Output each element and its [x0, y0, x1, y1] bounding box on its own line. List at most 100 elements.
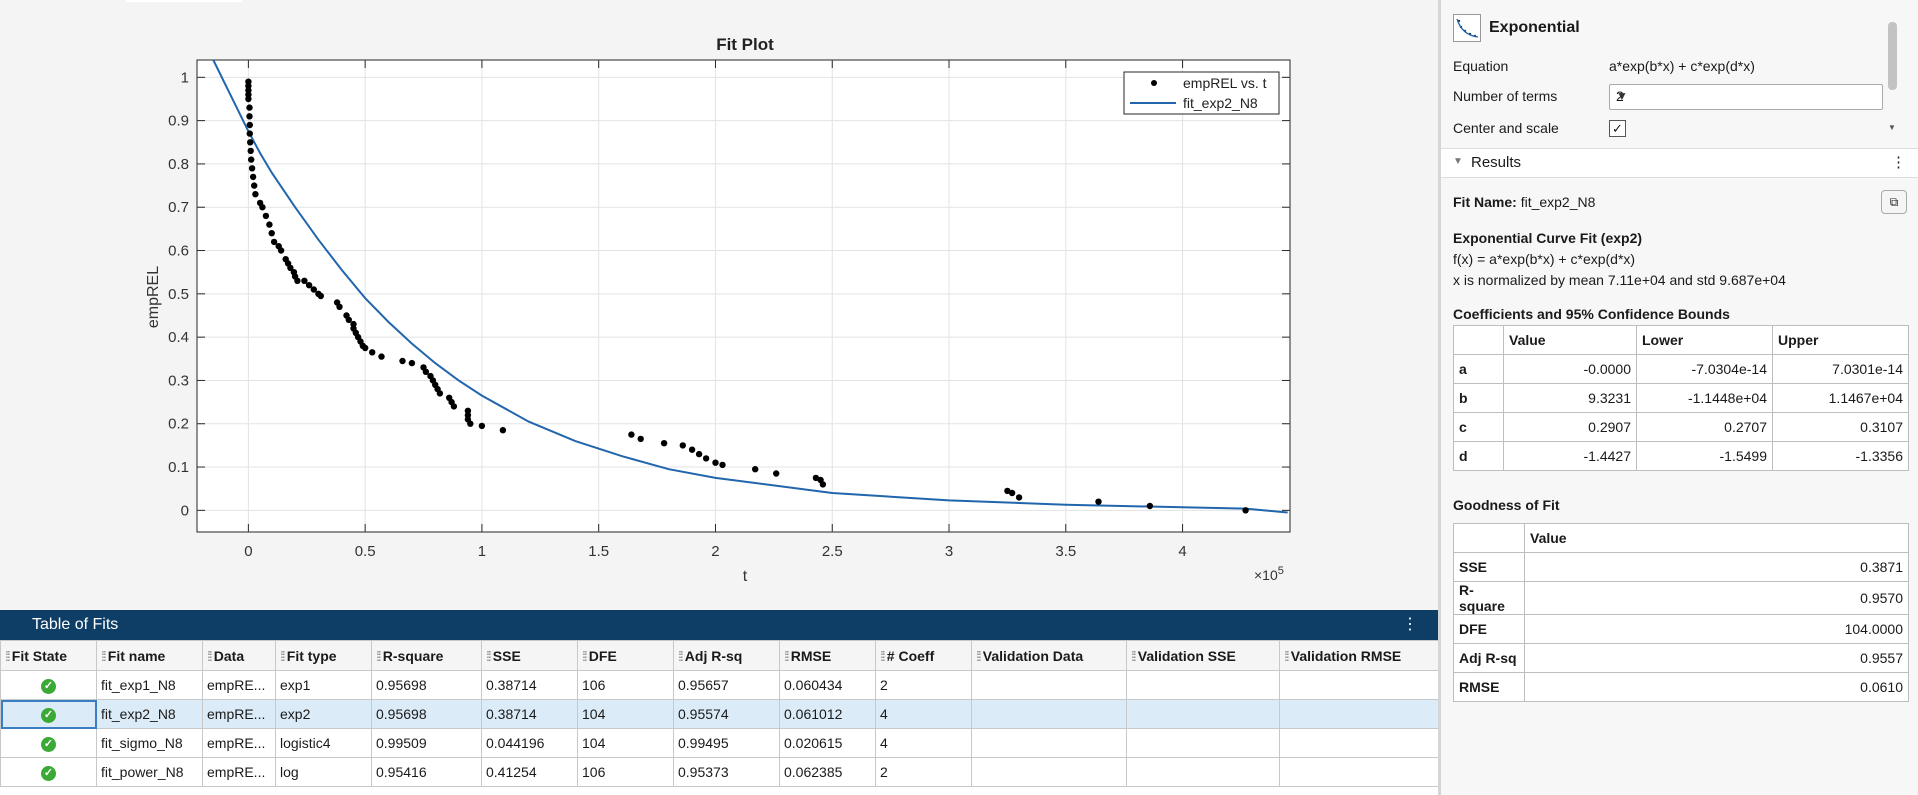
col-fit-type[interactable]: ⁞⁞ Fit type [275, 640, 372, 671]
table-cell[interactable]: 0.38714 [481, 699, 578, 729]
table-cell[interactable]: 4 [875, 728, 972, 758]
col-sse[interactable]: ⁞⁞ SSE [481, 640, 578, 671]
table-row[interactable]: ✓ fit_power_N8 empRE... log 0.95416 0.41… [0, 757, 1440, 787]
col-data[interactable]: ⁞⁞ Data [202, 640, 276, 671]
table-cell[interactable]: 0.060434 [779, 670, 876, 700]
col-fit-state[interactable]: ⁞⁞ Fit State [0, 640, 97, 671]
x-tick-label: 3.5 [1055, 543, 1076, 560]
table-cell[interactable] [1126, 757, 1280, 787]
x-exponent-label: ×105 [1254, 565, 1284, 583]
coef-value: 0.2907 [1503, 412, 1637, 442]
table-cell[interactable] [1279, 728, 1440, 758]
data-point [467, 420, 474, 427]
collapse-triangle-icon[interactable]: ▼ [1453, 156, 1463, 167]
table-cell[interactable]: 2 [875, 757, 972, 787]
table-cell[interactable]: 2 [875, 670, 972, 700]
x-tick-label: 4 [1178, 543, 1186, 560]
data-point [660, 440, 668, 447]
table-cell[interactable]: 0.95698 [371, 699, 482, 729]
fit-plot[interactable]: Fit Plot 0 0.5 1 1.5 2 2.5 3 3.5 4 0 0.1 0.2 0.3 0.4 0… [0, 0, 1438, 610]
table-cell[interactable]: 0.99495 [673, 728, 780, 758]
copy-results-button[interactable]: ⧉ [1881, 190, 1907, 214]
table-cell[interactable] [1279, 757, 1440, 787]
table-cell[interactable] [971, 699, 1127, 729]
table-cell[interactable]: logistic4 [275, 728, 372, 758]
table-cell[interactable]: 0.061012 [779, 699, 876, 729]
legend[interactable]: empREL vs. t fit_exp2_N8 [1123, 71, 1280, 115]
y-tick-label: 1 [181, 69, 189, 86]
table-cell[interactable]: 106 [577, 757, 674, 787]
table-cell[interactable]: empRE... [202, 699, 276, 729]
data-point [773, 470, 780, 477]
data-point [336, 303, 343, 310]
table-cell[interactable] [971, 670, 1127, 700]
table-cell[interactable]: 0.062385 [779, 757, 876, 787]
plot-area: Fit Plot 0 0.5 1 1.5 2 2.5 3 3.5 4 0 0.1 0.2 0.3 0.4 0… [0, 0, 1440, 795]
coef-row: b 9.3231 -1.1448e+04 1.1467e+04 [1453, 383, 1909, 413]
table-cell[interactable] [971, 728, 1127, 758]
table-cell[interactable]: fit_sigmo_N8 [96, 728, 203, 758]
tof-menu-icon[interactable]: ⋮ [1402, 614, 1418, 634]
check-circle-icon: ✓ [41, 766, 56, 781]
table-cell[interactable] [1279, 699, 1440, 729]
col-fit-name[interactable]: ⁞⁞ Fit name [96, 640, 203, 671]
table-cell[interactable]: 0.99509 [371, 728, 482, 758]
data-point [819, 481, 827, 488]
table-row-selected[interactable]: ✓ fit_exp2_N8 empRE... exp2 0.95698 0.38… [0, 699, 1440, 729]
table-cell[interactable] [1126, 728, 1280, 758]
table-cell[interactable] [1126, 670, 1280, 700]
col-rmse[interactable]: ⁞⁞ RMSE [779, 640, 876, 671]
normalization-note: x is normalized by mean 7.11e+04 and std… [1453, 272, 1786, 288]
data-point [247, 139, 254, 146]
table-cell[interactable]: 0.95373 [673, 757, 780, 787]
table-cell[interactable]: fit_exp1_N8 [96, 670, 203, 700]
table-cell[interactable]: 0.95698 [371, 670, 482, 700]
scroll-down-arrow-icon[interactable]: ▼ [1888, 123, 1896, 132]
table-cell[interactable]: exp2 [275, 699, 372, 729]
gof-row: RMSE 0.0610 [1453, 672, 1909, 702]
table-row[interactable]: ✓ fit_sigmo_N8 empRE... logistic4 0.9950… [0, 728, 1440, 758]
col-validation-rmse[interactable]: ⁞⁞ Validation RMSE [1279, 640, 1440, 671]
table-cell[interactable]: 0.95574 [673, 699, 780, 729]
table-cell[interactable]: empRE... [202, 728, 276, 758]
table-cell[interactable]: 104 [577, 728, 674, 758]
number-of-terms-dropdown[interactable]: 2 ▼ [1609, 84, 1883, 110]
y-tick-label: 0.7 [168, 199, 189, 216]
table-cell[interactable]: 0.020615 [779, 728, 876, 758]
col-adj-r-sq[interactable]: ⁞⁞ Adj R-sq [673, 640, 780, 671]
table-cell[interactable]: 4 [875, 699, 972, 729]
table-cell[interactable]: empRE... [202, 670, 276, 700]
options-scrollbar[interactable]: ▼ [1884, 14, 1901, 132]
table-cell[interactable]: empRE... [202, 757, 276, 787]
center-scale-checkbox[interactable]: ✓ [1609, 120, 1626, 137]
data-point [478, 422, 486, 430]
data-point [249, 173, 257, 181]
table-of-fits-header: Table of Fits ⋮ [0, 610, 1438, 640]
results-section-header[interactable]: ▼ Results ⋮ [1441, 148, 1918, 178]
scrollbar-thumb[interactable] [1888, 22, 1897, 90]
table-cell[interactable]: 106 [577, 670, 674, 700]
table-cell[interactable]: 0.95416 [371, 757, 482, 787]
table-cell[interactable] [1279, 670, 1440, 700]
table-row[interactable]: ✓ fit_exp1_N8 empRE... exp1 0.95698 0.38… [0, 670, 1440, 700]
table-cell[interactable]: fit_exp2_N8 [96, 699, 203, 729]
results-menu-icon[interactable]: ⋮ [1891, 153, 1906, 171]
table-cell[interactable] [971, 757, 1127, 787]
col-num-coeff[interactable]: ⁞⁞ # Coeff [875, 640, 972, 671]
col-validation-data[interactable]: ⁞⁞ Validation Data [971, 640, 1127, 671]
col-dfe[interactable]: ⁞⁞ DFE [577, 640, 674, 671]
table-cell[interactable]: 0.38714 [481, 670, 578, 700]
table-cell[interactable]: log [275, 757, 372, 787]
table-cell[interactable]: 0.95657 [673, 670, 780, 700]
col-validation-sse[interactable]: ⁞⁞ Validation SSE [1126, 640, 1280, 671]
table-cell[interactable]: 0.41254 [481, 757, 578, 787]
col-r-square[interactable]: ⁞⁞ R-square [371, 640, 482, 671]
table-cell[interactable] [1126, 699, 1280, 729]
table-cell[interactable]: exp1 [275, 670, 372, 700]
data-point [247, 147, 254, 155]
fit-name-value: fit_exp2_N8 [1520, 194, 1596, 210]
table-cell[interactable]: 0.044196 [481, 728, 578, 758]
table-cell[interactable]: fit_power_N8 [96, 757, 203, 787]
data-point [345, 316, 352, 323]
table-cell[interactable]: 104 [577, 699, 674, 729]
